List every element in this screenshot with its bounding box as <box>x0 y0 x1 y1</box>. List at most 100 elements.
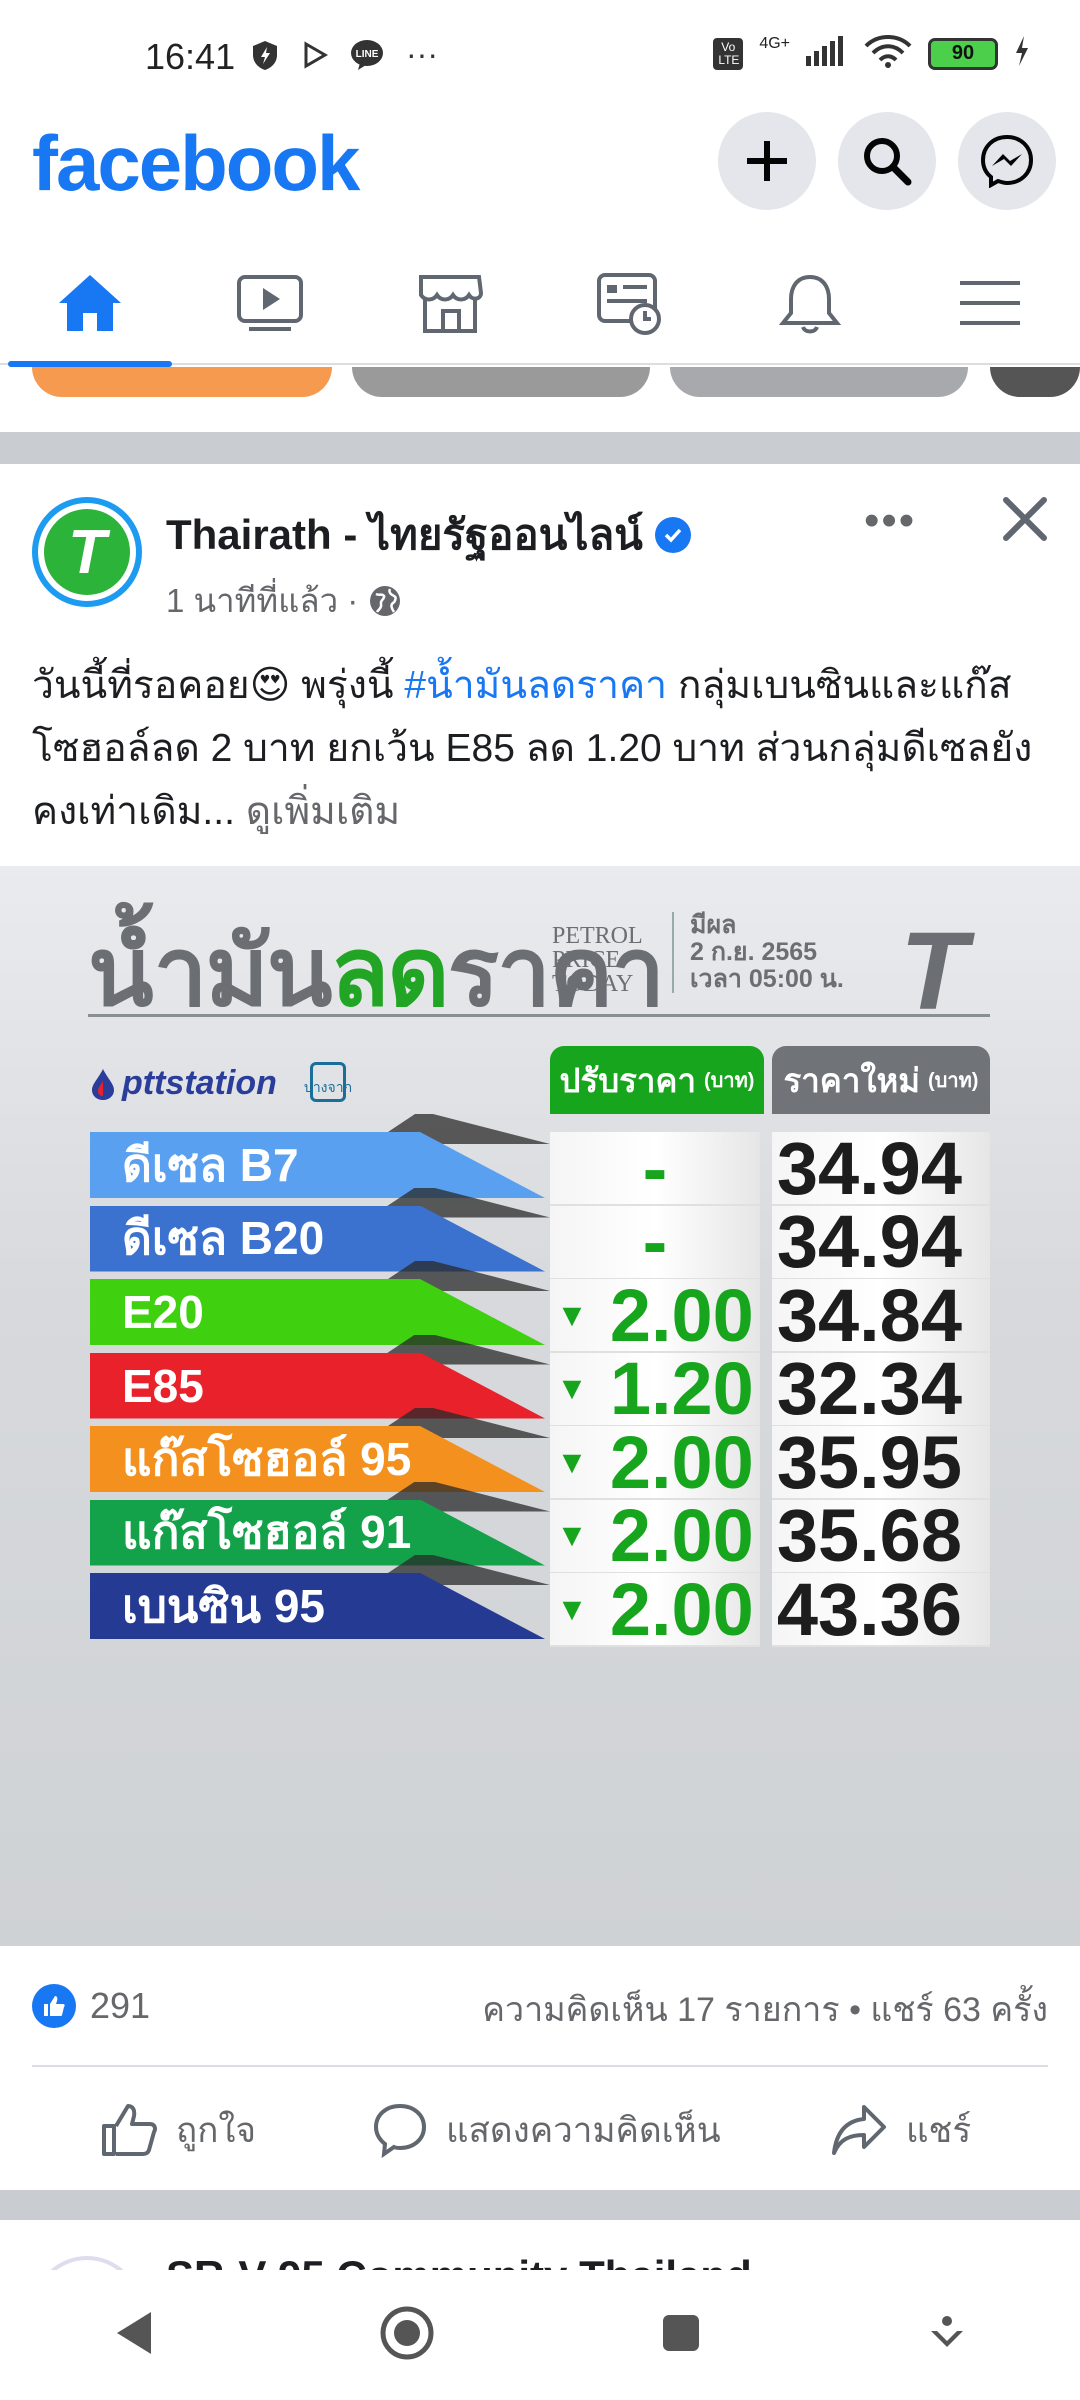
divider <box>88 1014 990 1017</box>
square-icon <box>663 2314 699 2351</box>
reaction-count: 291 <box>90 1985 151 2026</box>
messenger-button[interactable] <box>958 112 1056 210</box>
hashtag-link[interactable]: #น้ำมันลดราคา <box>404 664 667 707</box>
comment-share-stats[interactable]: ความคิดเห็น 17 รายการ • แชร์ 63 ครั้ง <box>482 1982 1048 2036</box>
down-triangle-icon: ▼ <box>556 1296 588 1333</box>
caption-text: พรุ่งนี้ <box>290 664 405 707</box>
tab-video[interactable] <box>180 240 360 365</box>
share-label: แชร์ <box>906 2110 972 2150</box>
back-button[interactable] <box>113 2310 153 2361</box>
ptt-station-logo: pttstation <box>90 1064 277 1103</box>
facebook-logo[interactable]: facebook <box>32 118 360 209</box>
thairath-logo-icon: T <box>44 509 130 595</box>
home-nav-button[interactable] <box>379 2305 435 2366</box>
post-caption: วันนี้ที่รอคอย😍 พรุ่งนี้ #น้ำมันลดราคา ก… <box>32 654 1052 843</box>
post-image[interactable]: น้ำมันลดราคา PETROL PRICE TODAY มีผล 2 ก… <box>0 866 1080 1946</box>
fuel-row: เบนซิน 95 ▼ 2.00 43.36 <box>90 1555 990 1651</box>
header-adjust: ปรับราคา (บาท) <box>550 1046 764 1114</box>
price-adjustment: ▼ 2.00 <box>550 1568 760 1651</box>
hide-post-button[interactable] <box>1000 494 1050 549</box>
svg-text:LINE: LINE <box>356 49 379 60</box>
divider <box>32 2065 1048 2067</box>
line-app-icon: LINE <box>350 39 384 71</box>
date-line: มีผล <box>690 911 737 939</box>
system-nav-bar <box>0 2270 1080 2400</box>
reaction-summary[interactable]: 291 <box>32 1976 150 2036</box>
fuel-row: ดีเซล B7-34.94 <box>90 1114 990 1210</box>
story-card-partial[interactable] <box>670 367 968 397</box>
home-circle-icon <box>380 2306 434 2359</box>
comment-icon <box>373 2103 427 2158</box>
search-button[interactable] <box>838 112 936 210</box>
down-triangle-icon: ▼ <box>556 1443 588 1480</box>
nav-extra-button[interactable] <box>927 2313 967 2358</box>
tab-news[interactable] <box>540 240 720 365</box>
fuel-row: แก๊สโซฮอล์ 95 ▼ 2.00 35.95 <box>90 1408 990 1504</box>
comment-button[interactable]: แสดงความคิดเห็น <box>372 2075 721 2185</box>
post-actions: ถูกใจ แสดงความคิดเห็น แชร์ <box>0 2075 1080 2185</box>
battery-icon: 90 <box>928 37 998 70</box>
post-time[interactable]: 1 นาทีที่แล้ว · <box>166 574 358 627</box>
fuel-row: ดีเซล B20-34.94 <box>90 1187 990 1283</box>
subtitle-line: PETROL <box>552 923 643 949</box>
back-triangle-icon <box>117 2311 151 2354</box>
page-name[interactable]: Thairath - ไทยรัฐออนไลน์ <box>166 502 643 568</box>
subtitle-line: PRICE <box>552 947 621 973</box>
subtitle-line: TODAY <box>552 971 634 997</box>
bell-icon <box>778 274 842 333</box>
news-feed-icon <box>597 272 661 335</box>
main-tab-bar <box>0 240 1080 367</box>
clock: 16:41 <box>145 36 236 77</box>
globe-icon <box>370 585 401 616</box>
like-label: ถูกใจ <box>176 2110 256 2150</box>
tab-notifications[interactable] <box>720 240 900 365</box>
plus-icon <box>747 141 787 181</box>
header-new-price: ราคาใหม่ (บาท) <box>772 1046 990 1114</box>
date-line: 2 ก.ย. 2565 <box>690 938 818 966</box>
charging-icon <box>1014 36 1030 71</box>
shield-icon <box>250 39 280 71</box>
signal-icon <box>806 36 848 71</box>
feed-separator <box>0 2190 1080 2220</box>
create-button[interactable] <box>718 112 816 210</box>
ptt-text: pttstation <box>122 1064 277 1102</box>
status-bar: 16:41 LINE ··· Vo LTE 4G+ 90 <box>0 0 1080 100</box>
see-more-link[interactable]: ดูเพิ่มเติม <box>246 790 400 833</box>
share-button[interactable]: แชร์ <box>830 2075 971 2185</box>
video-icon <box>237 274 303 331</box>
story-card-partial[interactable] <box>32 367 332 397</box>
like-button[interactable]: ถูกใจ <box>100 2075 256 2185</box>
bangchak-text: บางจาก <box>303 1079 353 1095</box>
tab-menu[interactable] <box>900 240 1080 365</box>
tab-marketplace[interactable] <box>360 240 540 365</box>
network-type: 4G+ <box>759 34 790 52</box>
menu-icon <box>960 280 1020 325</box>
home-icon <box>59 274 121 331</box>
header-label: ราคาใหม่ <box>783 1061 921 1099</box>
new-price: 43.36 <box>772 1568 990 1651</box>
fuel-row: E20 ▼ 2.00 34.84 <box>90 1261 990 1357</box>
header-label: ปรับราคา <box>559 1061 697 1099</box>
verified-badge-icon <box>654 517 691 553</box>
page-avatar[interactable]: T <box>32 497 142 607</box>
tab-home[interactable] <box>0 240 180 367</box>
title-part: น้ำมัน <box>88 919 332 1026</box>
caption-text: วันนี้ที่รอคอย <box>32 664 250 707</box>
play-store-icon <box>302 40 328 69</box>
feed-separator <box>0 432 1080 464</box>
unit-label: (บาท) <box>928 1070 979 1092</box>
share-icon <box>832 2105 886 2155</box>
like-reaction-icon <box>32 1984 76 2028</box>
like-icon <box>102 2104 157 2156</box>
recents-button[interactable] <box>661 2313 701 2358</box>
story-card-partial[interactable] <box>352 367 650 397</box>
graphic-subtitle: PETROL PRICE TODAY <box>552 924 643 996</box>
search-icon <box>864 138 912 186</box>
story-card-partial[interactable] <box>990 367 1080 397</box>
bangchak-logo: บางจาก <box>304 1062 352 1102</box>
unit-label: (บาท) <box>704 1070 755 1092</box>
close-icon <box>1003 497 1047 541</box>
volte-icon: Vo LTE <box>713 37 744 70</box>
post-options-button[interactable]: ••• <box>864 496 916 546</box>
post-author[interactable]: Thairath - ไทยรัฐออนไลน์ <box>166 502 691 568</box>
